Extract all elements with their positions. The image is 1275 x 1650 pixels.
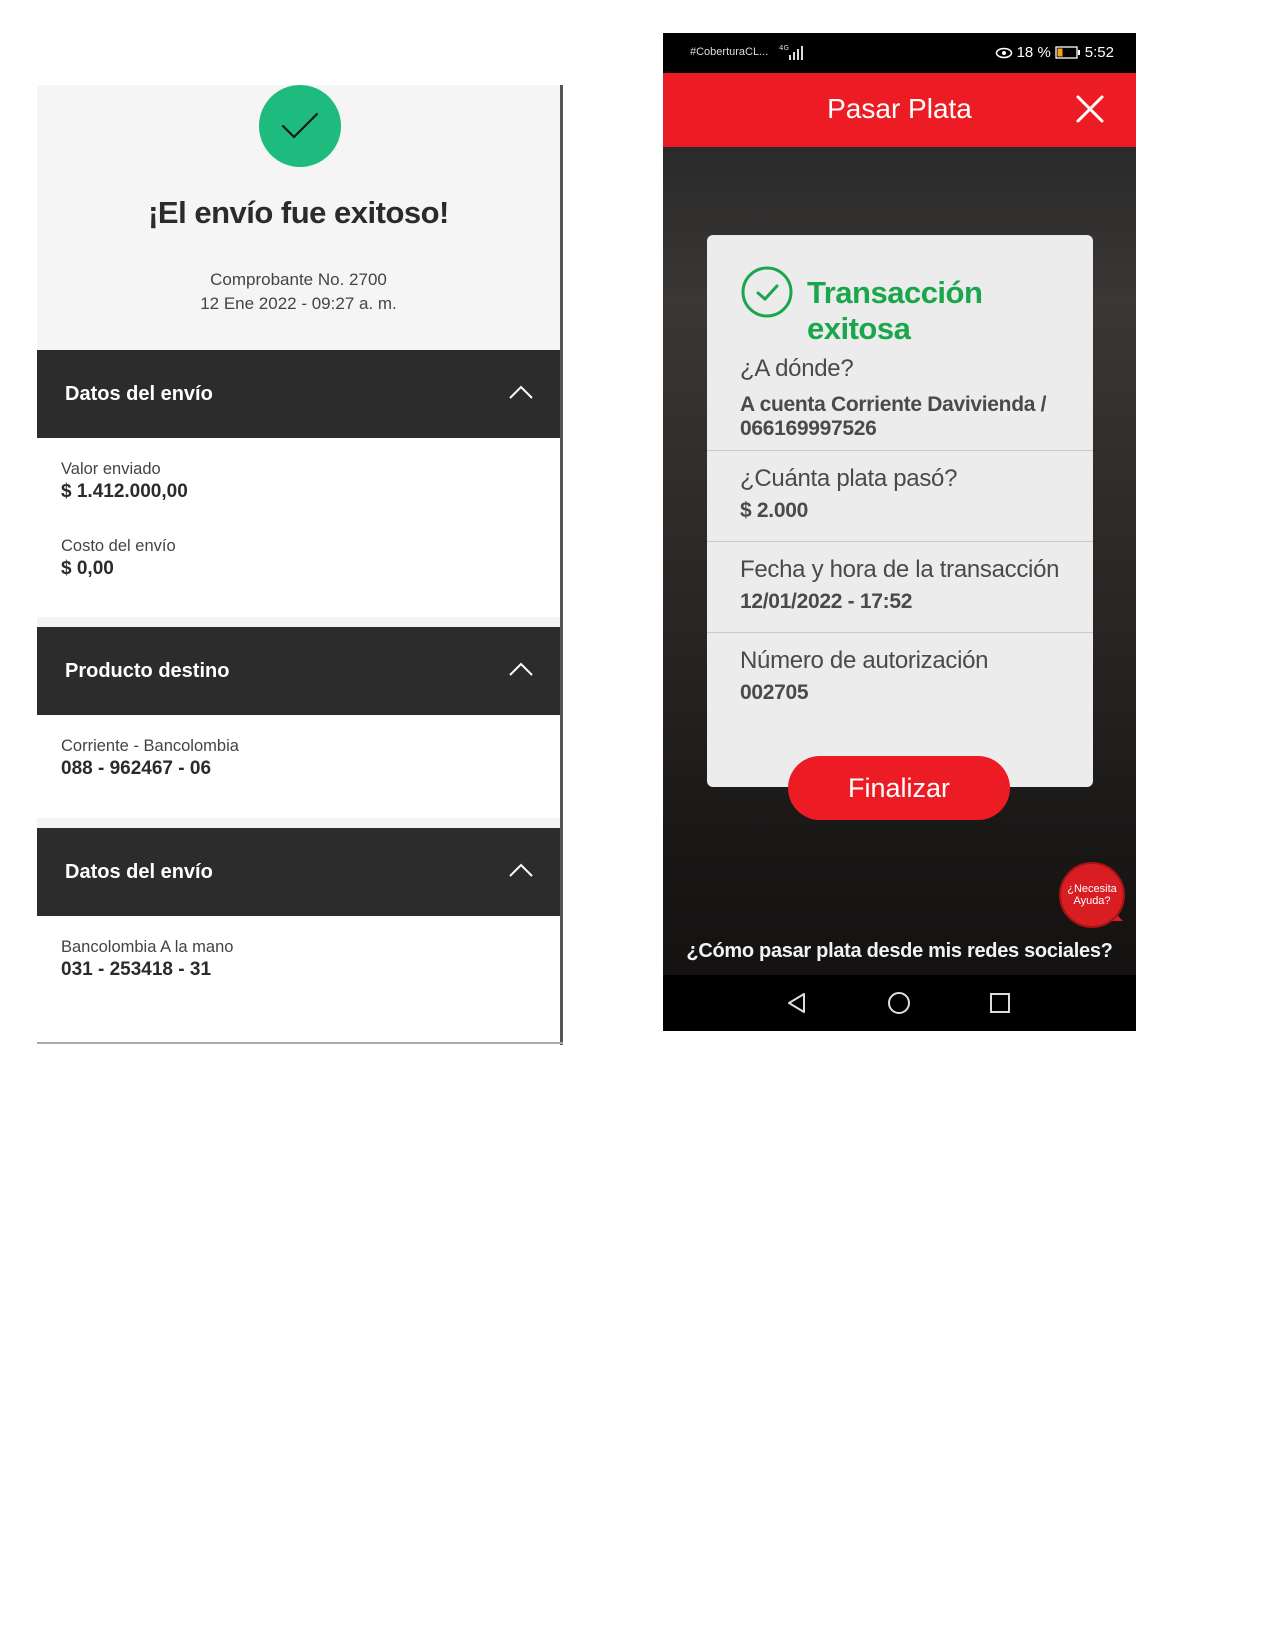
sent-amount: $ 1.412.000,00 <box>61 481 188 502</box>
destination-account: 088 - 962467 - 06 <box>61 758 212 779</box>
finish-button[interactable]: Finalizar <box>788 756 1010 820</box>
app-title: Pasar Plata <box>827 93 972 124</box>
home-icon[interactable] <box>887 991 911 1015</box>
section-title: Producto destino <box>65 659 230 682</box>
close-icon[interactable] <box>1074 93 1106 125</box>
row-label: ¿A dónde? <box>740 355 854 382</box>
success-check-icon <box>259 85 341 167</box>
receipt-datetime: 12 Ene 2022 - 09:27 a. m. <box>200 294 397 313</box>
divider <box>37 818 560 828</box>
transaction-status: Transacción exitosa <box>807 275 983 346</box>
davivienda-phone-screen: #CoberturaCL... 4G 18 % 5:52 Pasar Plata… <box>663 33 1136 1031</box>
row-label: ¿Cuánta plata pasó? <box>740 465 958 492</box>
row-amount: ¿Cuánta plata pasó? $ 2.000 <box>707 451 1093 542</box>
recents-icon[interactable] <box>988 991 1012 1015</box>
app-bar: Pasar Plata <box>663 73 1136 147</box>
divider <box>37 617 560 627</box>
divider <box>37 1042 563 1044</box>
shipping-cost: $ 0,00 <box>61 558 114 579</box>
back-icon[interactable] <box>785 991 809 1015</box>
network-label: 4G <box>779 44 789 52</box>
signal-icon: 4G <box>779 44 803 60</box>
row-datetime: Fecha y hora de la transacción 12/01/202… <box>707 542 1093 633</box>
field-label: Corriente - Bancolombia <box>61 737 239 755</box>
row-label: Fecha y hora de la transacción <box>740 556 1060 583</box>
carrier-label: #CoberturaCL... <box>690 46 769 58</box>
row-value: 002705 <box>740 681 809 704</box>
row-value: $ 2.000 <box>740 499 808 522</box>
eye-comfort-icon <box>995 47 1012 58</box>
section-header-datos-envio[interactable]: Datos del envío <box>37 350 560 438</box>
battery-percent: 18 % <box>1016 44 1051 61</box>
chevron-up-icon[interactable] <box>508 862 534 878</box>
chevron-up-icon[interactable] <box>508 661 534 677</box>
help-button[interactable]: ¿Necesita Ayuda? <box>1059 862 1125 928</box>
section-header-producto-destino[interactable]: Producto destino <box>37 627 560 715</box>
section-header-datos-envio-2[interactable]: Datos del envío <box>37 828 560 916</box>
success-hero: ¡El envío fue exitoso! Comprobante No. 2… <box>37 85 560 350</box>
success-title: ¡El envío fue exitoso! <box>148 195 449 230</box>
section-title: Datos del envío <box>65 860 213 883</box>
section-title: Datos del envío <box>65 382 213 405</box>
android-nav-bar <box>663 975 1136 1031</box>
row-destination: ¿A dónde? A cuenta Corriente Davivienda … <box>707 341 1093 451</box>
help-label-line: ¿Necesita <box>1067 883 1117 895</box>
row-label: Número de autorización <box>740 647 989 674</box>
row-value: A cuenta Corriente Davivienda / 06616999… <box>740 393 1046 441</box>
battery-icon <box>1055 46 1080 59</box>
chevron-up-icon[interactable] <box>508 384 534 400</box>
status-bar: #CoberturaCL... 4G 18 % 5:52 <box>663 33 1136 73</box>
field-label: Costo del envío <box>61 537 176 555</box>
row-value-line: 066169997526 <box>740 417 877 440</box>
social-help-link[interactable]: ¿Cómo pasar plata desde mis redes social… <box>663 940 1136 963</box>
row-value-line: A cuenta Corriente Davivienda / <box>740 393 1047 416</box>
status-right: 18 % 5:52 <box>995 44 1114 61</box>
origin-account: 031 - 253418 - 31 <box>61 959 212 980</box>
field-label: Valor enviado <box>61 460 161 478</box>
row-value: 12/01/2022 - 17:52 <box>740 590 913 613</box>
transaction-card: Transacción exitosa ¿A dónde? A cuenta C… <box>707 235 1093 787</box>
bancolombia-receipt-panel: ¡El envío fue exitoso! Comprobante No. 2… <box>37 85 563 1045</box>
row-authorization: Número de autorización 002705 <box>707 633 1093 733</box>
clock: 5:52 <box>1084 44 1114 61</box>
check-circle-icon <box>741 266 793 318</box>
field-label: Bancolombia A la mano <box>61 938 234 956</box>
receipt-number: Comprobante No. 2700 <box>210 270 387 289</box>
help-label-line: Ayuda? <box>1073 895 1111 907</box>
